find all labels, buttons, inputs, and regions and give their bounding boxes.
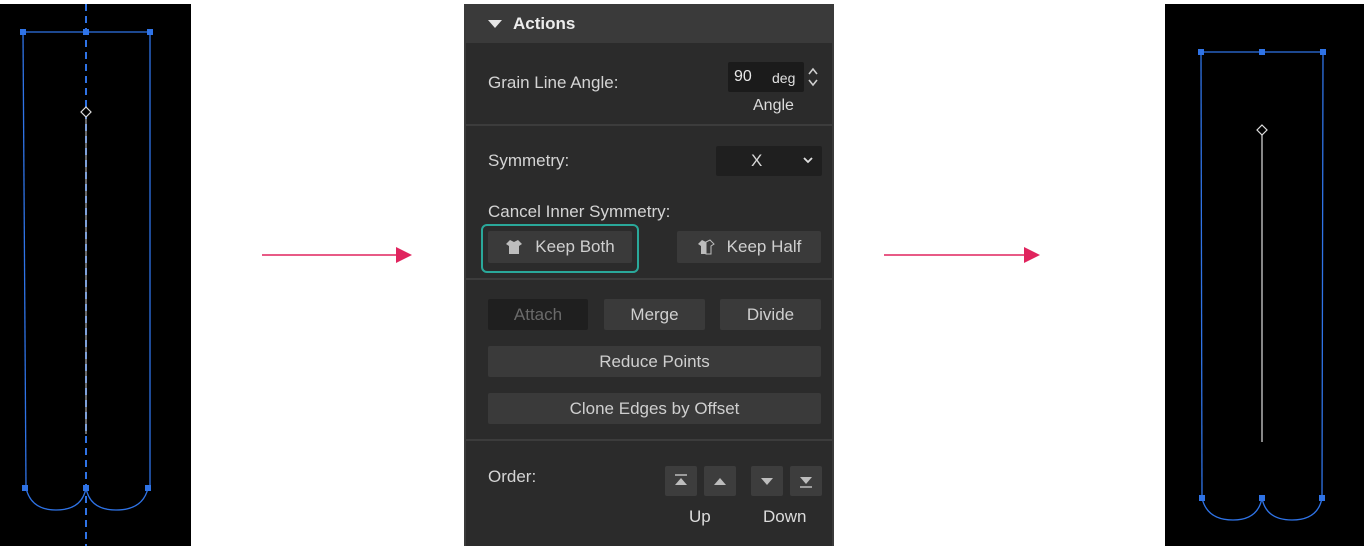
move-down-icon bbox=[761, 478, 773, 485]
cancel-inner-symmetry-label: Cancel Inner Symmetry: bbox=[488, 202, 671, 221]
pattern-canvas-after[interactable] bbox=[1165, 4, 1364, 546]
order-down-caption: Down bbox=[763, 507, 807, 526]
pattern-canvas-before[interactable] bbox=[0, 4, 191, 546]
clone-edges-button[interactable]: Clone Edges by Offset bbox=[488, 393, 821, 424]
pattern-piece-symmetric bbox=[20, 4, 153, 546]
symmetry-value[interactable]: X bbox=[751, 151, 762, 171]
move-up-button[interactable] bbox=[704, 466, 736, 496]
pattern-piece-result bbox=[1198, 49, 1326, 521]
reduce-points-button[interactable]: Reduce Points bbox=[488, 346, 821, 377]
order-up-caption: Up bbox=[689, 507, 711, 526]
merge-button[interactable]: Merge bbox=[604, 299, 705, 330]
arrow-right-icon bbox=[884, 247, 1040, 263]
move-down-button[interactable] bbox=[751, 466, 783, 496]
panel-title: Actions bbox=[513, 13, 576, 33]
order-label: Order: bbox=[488, 467, 537, 486]
move-bottom-icon bbox=[800, 477, 812, 488]
symmetry-label: Symmetry: bbox=[488, 151, 570, 170]
move-top-icon bbox=[675, 474, 687, 485]
spin-up-icon[interactable] bbox=[807, 66, 819, 76]
divider bbox=[466, 124, 832, 126]
keep-half-button[interactable]: Keep Half bbox=[677, 231, 821, 263]
divide-button[interactable]: Divide bbox=[720, 299, 821, 330]
chevron-down-icon[interactable] bbox=[802, 155, 814, 165]
attach-button[interactable]: Attach bbox=[488, 299, 588, 330]
caret-down-icon bbox=[488, 19, 502, 28]
grain-angle-caption: Angle bbox=[753, 97, 794, 114]
half-shirt-icon bbox=[697, 239, 715, 255]
move-bottom-button[interactable] bbox=[790, 466, 822, 496]
move-up-icon bbox=[714, 478, 726, 485]
actions-panel: Actions Grain Line Angle: 90 deg Angle S… bbox=[464, 4, 834, 546]
grain-line-handle-icon bbox=[80, 106, 92, 118]
actions-header[interactable]: Actions bbox=[466, 4, 832, 43]
arrow-right-icon bbox=[262, 247, 412, 263]
divider bbox=[466, 439, 832, 441]
grain-angle-unit: deg bbox=[772, 70, 796, 86]
keep-half-label: Keep Half bbox=[726, 237, 802, 256]
grain-line-label: Grain Line Angle: bbox=[488, 73, 619, 92]
highlight-frame bbox=[481, 224, 639, 273]
grain-line-handle-icon bbox=[1256, 124, 1268, 136]
divider bbox=[466, 278, 832, 280]
move-top-button[interactable] bbox=[665, 466, 697, 496]
grain-angle-value[interactable]: 90 bbox=[734, 68, 752, 86]
spin-down-icon[interactable] bbox=[807, 78, 819, 88]
